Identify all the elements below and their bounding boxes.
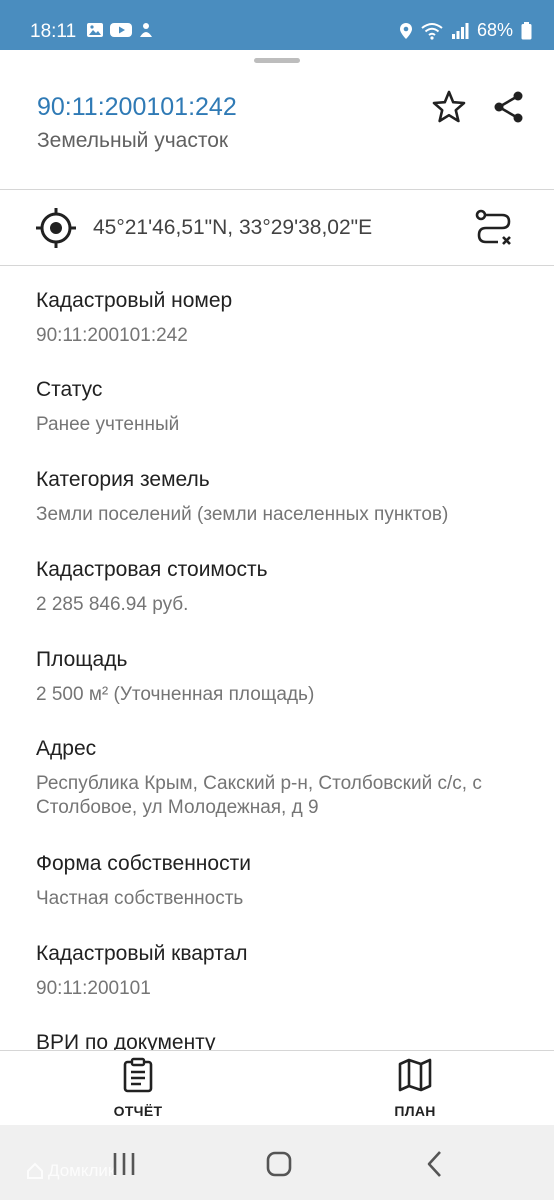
crosshair-icon xyxy=(36,208,76,248)
list-item: ВРИ по документу xyxy=(36,1030,536,1051)
field-value: 90:11:200101:242 xyxy=(36,325,188,346)
recent-apps-button[interactable] xyxy=(104,1149,144,1179)
bottom-action-bar: ОТЧЁТ ПЛАН xyxy=(0,1051,554,1125)
coordinates-text[interactable]: 45°21'46,51"N, 33°29'38,02"E xyxy=(93,215,372,241)
plan-label: ПЛАН xyxy=(394,1103,436,1119)
home-icon xyxy=(266,1151,292,1177)
field-label: Адрес xyxy=(36,737,97,760)
route-button[interactable] xyxy=(472,206,516,250)
notification-icons xyxy=(86,21,154,39)
favorite-button[interactable] xyxy=(430,88,468,126)
list-item: Кадастровая стоимость 2 285 846.94 руб. xyxy=(36,557,536,617)
watermark: Домклик xyxy=(26,1161,115,1181)
battery-percent: 68% xyxy=(476,20,513,40)
app-notification-icon xyxy=(140,23,152,37)
star-icon xyxy=(432,90,466,123)
list-item: Кадастровый номер 90:11:200101:242 xyxy=(36,288,536,348)
youtube-icon xyxy=(110,23,132,37)
field-value: 2 285 846.94 руб. xyxy=(36,594,189,615)
share-button[interactable] xyxy=(490,88,528,126)
wifi-icon xyxy=(421,22,443,40)
list-item: Категория земель Земли поселений (земли … xyxy=(36,467,536,527)
list-item: Площадь 2 500 м² (Уточненная площадь) xyxy=(36,647,536,707)
field-label: Статус xyxy=(36,378,103,401)
location-icon xyxy=(399,22,412,39)
clipboard-icon xyxy=(123,1057,153,1093)
battery-icon xyxy=(521,21,532,39)
locate-button[interactable] xyxy=(34,206,78,250)
field-value: 2 500 м² (Уточненная площадь) xyxy=(36,684,315,705)
status-time: 18:11 xyxy=(30,21,77,42)
list-item: Статус Ранее учтенный xyxy=(36,377,536,437)
list-item: Кадастровый квартал 90:11:200101 xyxy=(36,941,536,1001)
field-value: 90:11:200101 xyxy=(36,978,151,999)
object-header: 90:11:200101:242 Земельный участок xyxy=(0,66,554,190)
signal-icon xyxy=(451,22,469,39)
home-button[interactable] xyxy=(259,1149,299,1179)
field-label: Кадастровая стоимость xyxy=(36,558,268,581)
page-title: 90:11:200101:242 xyxy=(37,93,237,121)
field-label: Кадастровый квартал xyxy=(36,942,248,965)
report-label: ОТЧЁТ xyxy=(113,1103,163,1119)
field-label: Площадь xyxy=(36,648,128,671)
list-item: Адрес Республика Крым, Сакский р-н, Стол… xyxy=(36,736,536,820)
map-icon xyxy=(398,1058,432,1092)
details-list[interactable]: Кадастровый номер 90:11:200101:242 Стату… xyxy=(0,266,554,1051)
back-button[interactable] xyxy=(414,1149,454,1179)
share-icon xyxy=(494,91,523,123)
coordinates-row[interactable]: 45°21'46,51"N, 33°29'38,02"E xyxy=(0,190,554,266)
field-label: Кадастровый номер xyxy=(36,289,233,312)
back-icon xyxy=(427,1151,441,1177)
gallery-icon xyxy=(87,23,103,37)
route-icon xyxy=(475,209,511,245)
list-item: Форма собственности Частная собственност… xyxy=(36,851,536,911)
field-label: ВРИ по документу xyxy=(36,1031,216,1051)
house-logo-icon xyxy=(27,1162,43,1179)
object-type-subtitle: Земельный участок xyxy=(37,129,229,152)
status-right: 68% xyxy=(399,20,532,41)
sheet-drag-handle[interactable] xyxy=(254,58,300,63)
field-value: Частная собственность xyxy=(36,888,244,909)
system-nav-bar: Домклик xyxy=(0,1125,554,1200)
recent-apps-icon xyxy=(113,1153,135,1175)
report-button[interactable]: ОТЧЁТ xyxy=(78,1057,198,1119)
status-bar: 18:11 68% xyxy=(0,0,554,50)
field-value: Земли поселений (земли населенных пункто… xyxy=(36,504,449,525)
field-value: Республика Крым, Сакский р-н, Столбовски… xyxy=(36,773,482,818)
field-value: Ранее учтенный xyxy=(36,414,180,435)
field-label: Форма собственности xyxy=(36,852,251,875)
field-label: Категория земель xyxy=(36,468,210,491)
plan-button[interactable]: ПЛАН xyxy=(355,1057,475,1119)
